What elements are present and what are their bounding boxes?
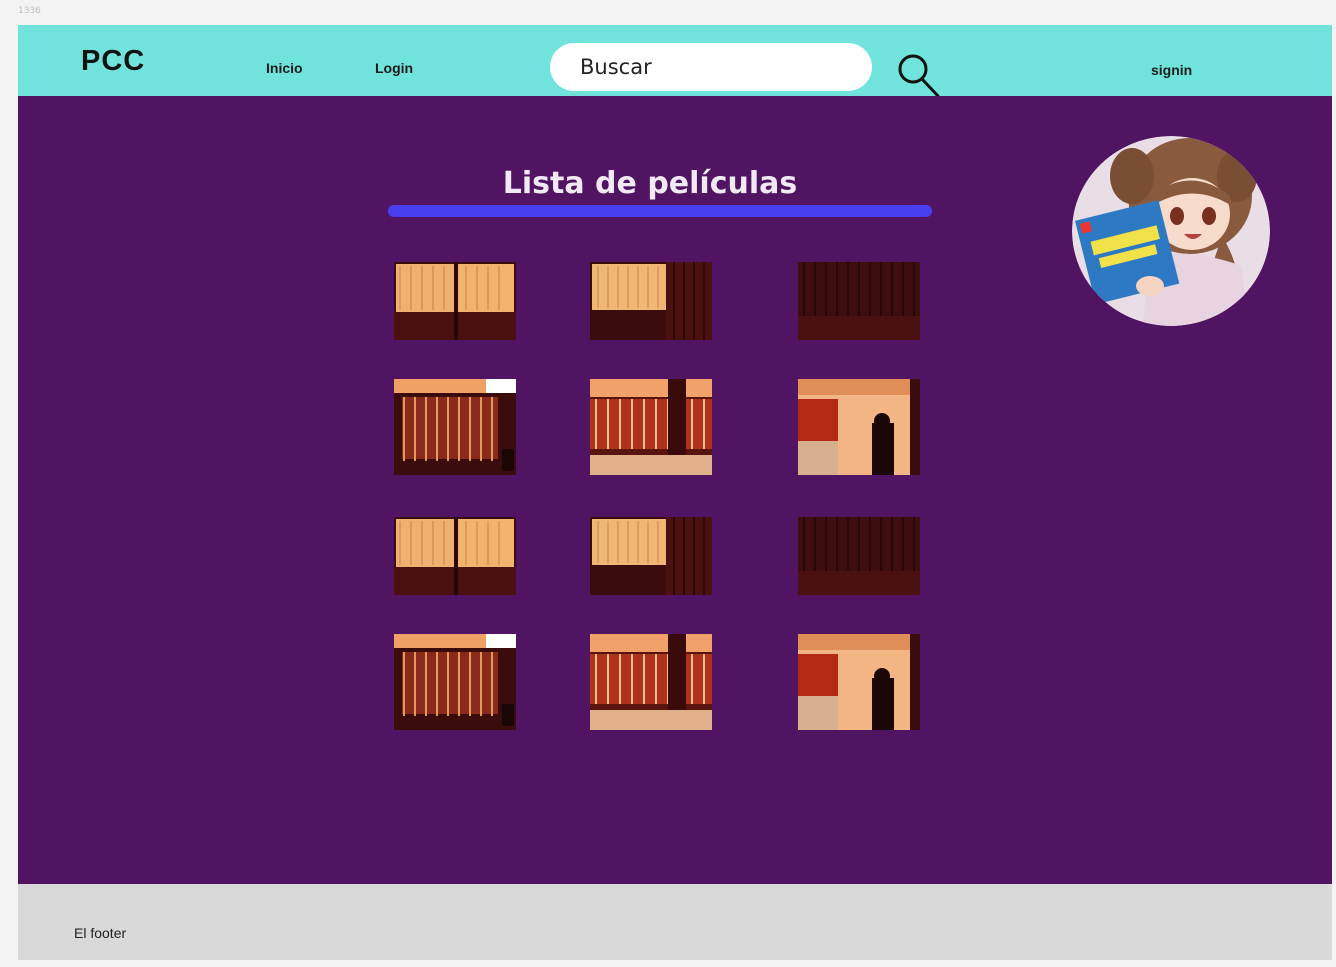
search-input[interactable]: Buscar: [550, 43, 872, 91]
movie-poster[interactable]: [394, 379, 516, 475]
nav-link-signin[interactable]: signin: [1151, 62, 1192, 78]
footer-text: El footer: [74, 925, 127, 941]
movie-poster[interactable]: [394, 262, 516, 340]
search-icon[interactable]: [894, 51, 944, 101]
main-content: Lista de películas: [18, 96, 1332, 884]
movie-poster[interactable]: [798, 262, 920, 340]
movie-poster[interactable]: [590, 634, 712, 730]
movie-poster[interactable]: [590, 262, 712, 340]
movie-poster[interactable]: [394, 517, 516, 595]
nav-link-login[interactable]: Login: [375, 60, 413, 76]
movie-poster[interactable]: [798, 634, 920, 730]
movie-poster[interactable]: [798, 379, 920, 475]
nav-link-inicio[interactable]: Inicio: [266, 60, 303, 76]
movie-poster[interactable]: [394, 634, 516, 730]
logo[interactable]: PCC: [81, 45, 145, 78]
footer: El footer: [18, 884, 1332, 960]
search-placeholder: Buscar: [580, 55, 652, 79]
movie-poster[interactable]: [590, 517, 712, 595]
movie-poster[interactable]: [590, 379, 712, 475]
frame-label: 1336: [18, 6, 41, 16]
top-navbar: PCC Inicio Login Buscar signin: [18, 25, 1332, 98]
movie-grid: [18, 96, 1332, 884]
movie-poster[interactable]: [798, 517, 920, 595]
